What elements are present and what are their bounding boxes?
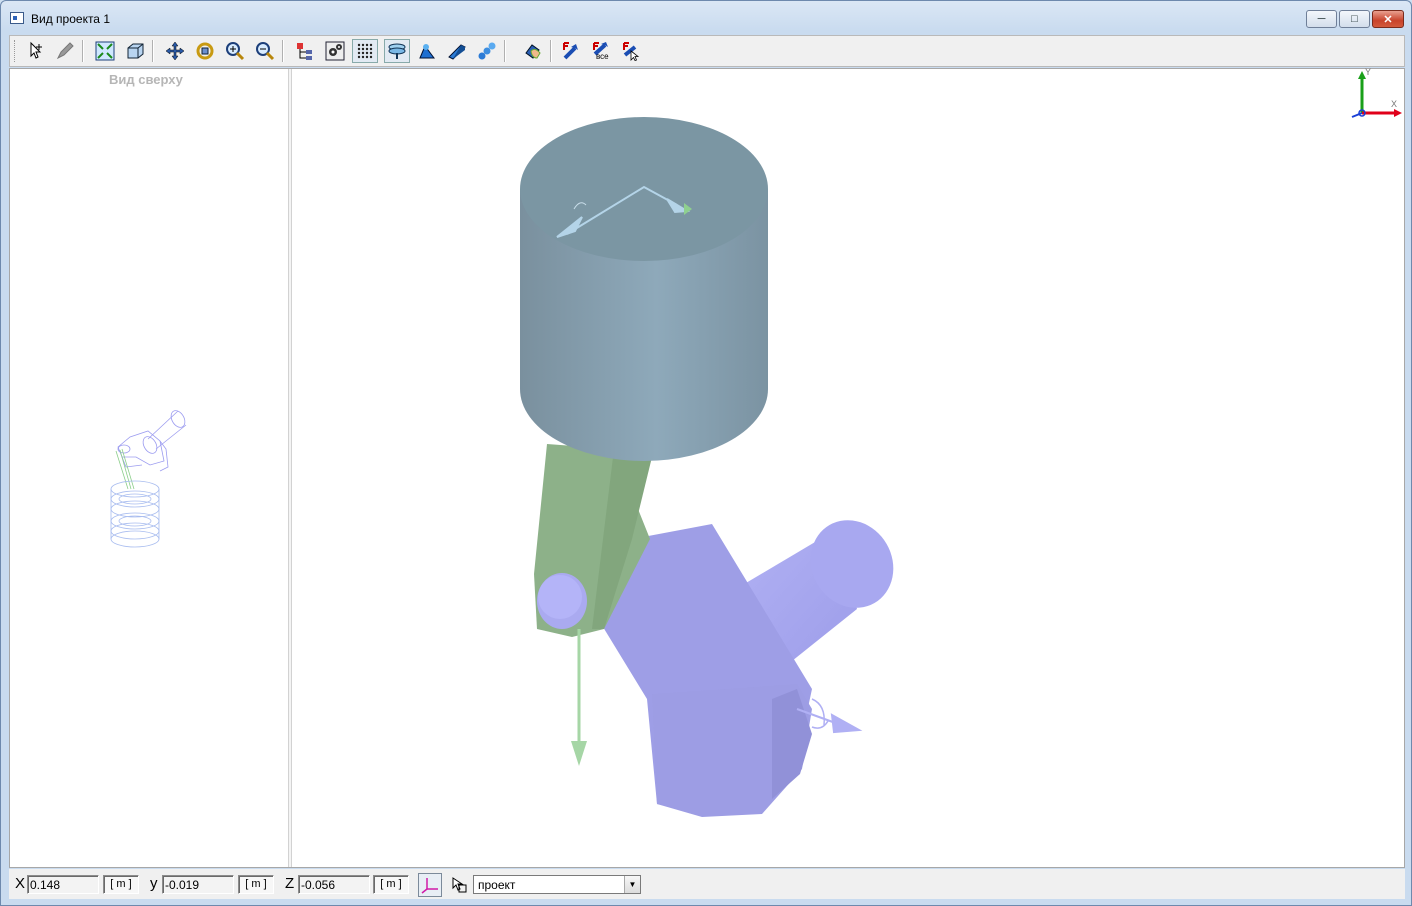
- select-tool-button[interactable]: [24, 39, 50, 63]
- window-title: Вид проекта 1: [31, 12, 110, 26]
- grid-icon: [357, 43, 373, 59]
- fit-all-button[interactable]: [92, 39, 118, 63]
- top-view-wireframe: [110, 410, 187, 548]
- force-button[interactable]: [558, 39, 584, 63]
- pan-button[interactable]: [162, 39, 188, 63]
- hand-paint-icon: [525, 44, 541, 59]
- frame-select[interactable]: проект ▼: [473, 875, 641, 894]
- view-toolbar: все: [9, 35, 1405, 67]
- settings-gears-icon: [325, 41, 345, 61]
- solid-icon: [448, 44, 466, 60]
- rotate-icon: [196, 42, 214, 60]
- edit-pen-icon: [56, 42, 74, 60]
- force-select-button[interactable]: [618, 39, 644, 63]
- maximize-button[interactable]: □: [1339, 10, 1370, 28]
- fit-all-icon: [95, 41, 115, 61]
- force-select-icon: [623, 42, 640, 61]
- axis-triad: [1351, 71, 1402, 118]
- settings-button[interactable]: [322, 39, 348, 63]
- zoom-in-icon: [226, 42, 245, 61]
- frame-pick-icon: [452, 877, 467, 893]
- chevron-down-icon[interactable]: ▼: [624, 876, 640, 893]
- coordinate-bar: X 0.148 [ m ] y -0.019 [ m ] Z -0.056 [ …: [9, 869, 1405, 899]
- z-coord-field[interactable]: -0.056: [298, 875, 370, 894]
- close-button[interactable]: ✕: [1372, 10, 1404, 28]
- zoom-out-icon: [256, 42, 275, 61]
- toolbar-separator: [282, 40, 284, 62]
- zoom-out-button[interactable]: [252, 39, 278, 63]
- z-unit: [ m ]: [373, 875, 409, 894]
- axis-x-label: X: [1391, 99, 1398, 109]
- viewport-area: Вид сверху Y X: [9, 67, 1405, 868]
- pan-icon: [165, 41, 185, 61]
- tree-button[interactable]: [292, 39, 318, 63]
- force-all-button[interactable]: все: [588, 39, 614, 63]
- chain-button[interactable]: [474, 39, 500, 63]
- minimize-button[interactable]: ─: [1306, 10, 1337, 28]
- y-coord-label: y: [150, 875, 158, 892]
- toolbar-separator: [82, 40, 84, 62]
- toolbar-grip[interactable]: [14, 40, 18, 62]
- axes-icon: [421, 878, 438, 894]
- grid-button[interactable]: [352, 39, 378, 63]
- x-unit: [ m ]: [103, 875, 139, 894]
- solid-button[interactable]: [444, 39, 470, 63]
- zoom-in-button[interactable]: [222, 39, 248, 63]
- mechanism-3d-scene: [520, 71, 1402, 817]
- shading-icon: [419, 44, 435, 59]
- window-icon: [10, 12, 24, 24]
- x-coord-label: X: [15, 875, 26, 892]
- coordinate-system-button[interactable]: [418, 873, 442, 897]
- layers-icon: [388, 43, 406, 59]
- project-view-window: Вид проекта 1 ─ □ ✕ все Вид сверху Y X X…: [0, 0, 1412, 906]
- z-coord-label: Z: [285, 875, 295, 892]
- tree-icon: [297, 43, 312, 60]
- shading-button[interactable]: [414, 39, 440, 63]
- axis-y-label: Y: [1365, 67, 1372, 77]
- hand-paint-button[interactable]: [520, 39, 546, 63]
- main-3d-view[interactable]: Y X: [292, 67, 1404, 867]
- rotate-button[interactable]: [192, 39, 218, 63]
- top-view-pane[interactable]: Вид сверху: [10, 69, 288, 867]
- y-unit: [ m ]: [238, 875, 274, 894]
- x-coord-field[interactable]: 0.148: [27, 875, 99, 894]
- force-all-label: все: [596, 52, 609, 61]
- chain-icon: [478, 42, 496, 60]
- box-view-button[interactable]: [122, 39, 148, 63]
- frame-select-value: проект: [478, 878, 516, 892]
- frame-pick-button[interactable]: [447, 873, 471, 897]
- select-tool-icon: [30, 41, 42, 59]
- force-icon: [563, 42, 578, 60]
- layers-button[interactable]: [384, 39, 410, 63]
- edit-button[interactable]: [52, 39, 78, 63]
- toolbar-separator: [550, 40, 552, 62]
- y-coord-field[interactable]: -0.019: [162, 875, 234, 894]
- toolbar-separator: [152, 40, 154, 62]
- title-bar[interactable]: Вид проекта 1 ─ □ ✕: [1, 1, 1411, 35]
- toolbar-separator: [504, 40, 506, 62]
- box-view-icon: [127, 43, 144, 59]
